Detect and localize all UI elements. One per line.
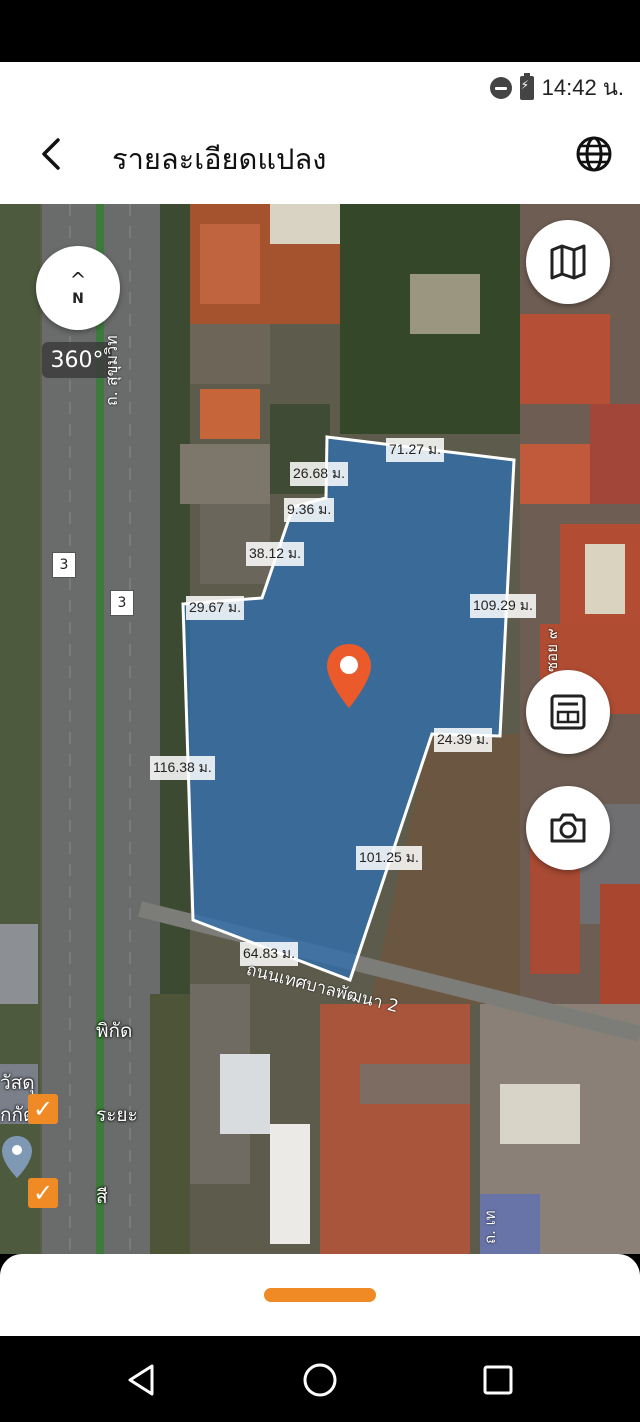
parcel-dimension: 101.25 ม. [356,846,422,870]
chevron-left-icon [42,138,60,170]
coordinates-label: พิกัด [96,1020,133,1042]
map-layers-button[interactable] [526,220,610,304]
parcel-dimension: 116.38 ม. [150,756,215,780]
route-shield: 3 [52,552,76,578]
parcel-info-icon [550,694,586,730]
map-layers-icon [550,244,586,280]
home-circle-icon [303,1363,337,1397]
nav-home-button[interactable] [298,1358,342,1402]
distance-checkbox[interactable]: ✓ [28,1094,58,1124]
road-label-sukhumvit: ถ. สุขุมวิท [102,335,121,406]
parcel-dimension: 71.27 ม. [386,438,445,462]
camera-icon [550,813,586,843]
compass-button[interactable]: ^ N [36,246,120,330]
map-view[interactable]: ^ N 360° 71.27 ม. 26.68 ม. 9.36 ม. 38.12… [0,204,640,1254]
distance-label: ระยะ [96,1104,138,1126]
parcel-dimension: 109.29 ม. [470,594,536,618]
system-nav-bar [0,1336,640,1422]
road-label-soi: ซอย ๙ [543,628,561,672]
parcel-dimension: 38.12 ม. [246,542,305,566]
location-pin-icon[interactable] [325,642,373,710]
road-label-right: ถ. เท [481,1210,499,1244]
language-button[interactable] [572,132,616,176]
app-bar: รายละเอียดแปลง [0,108,640,204]
map-pin-icon [2,1136,32,1178]
battery-charging-icon [519,72,534,100]
route-shield: 3 [110,590,134,616]
color-checkbox[interactable]: ✓ [28,1178,58,1208]
camera-button[interactable] [526,786,610,870]
sheet-drag-handle[interactable] [264,1288,376,1302]
back-triangle-icon [128,1364,154,1396]
nav-recents-button[interactable] [476,1358,520,1402]
status-bar: 14:42 น. [0,62,640,108]
parcel-dimension: 24.39 ม. [434,728,493,752]
globe-icon [576,136,612,172]
back-button[interactable] [30,132,74,176]
color-label: สี [96,1186,108,1208]
page-title: รายละเอียดแปลง [112,142,327,176]
parcel-dimension: 9.36 ม. [284,498,335,522]
parcel-dimension: 26.68 ม. [290,462,349,486]
status-time: 14:42 น. [541,75,624,100]
nav-back-button[interactable] [120,1358,164,1402]
bottom-sheet[interactable] [0,1254,640,1336]
parcel-dimension: 29.67 ม. [186,596,245,620]
parcel-info-button[interactable] [526,670,610,754]
compass-icon: ^ N [69,268,87,307]
recents-square-icon [483,1365,513,1395]
do-not-disturb-icon [489,76,512,99]
top-black-bar [0,0,640,62]
